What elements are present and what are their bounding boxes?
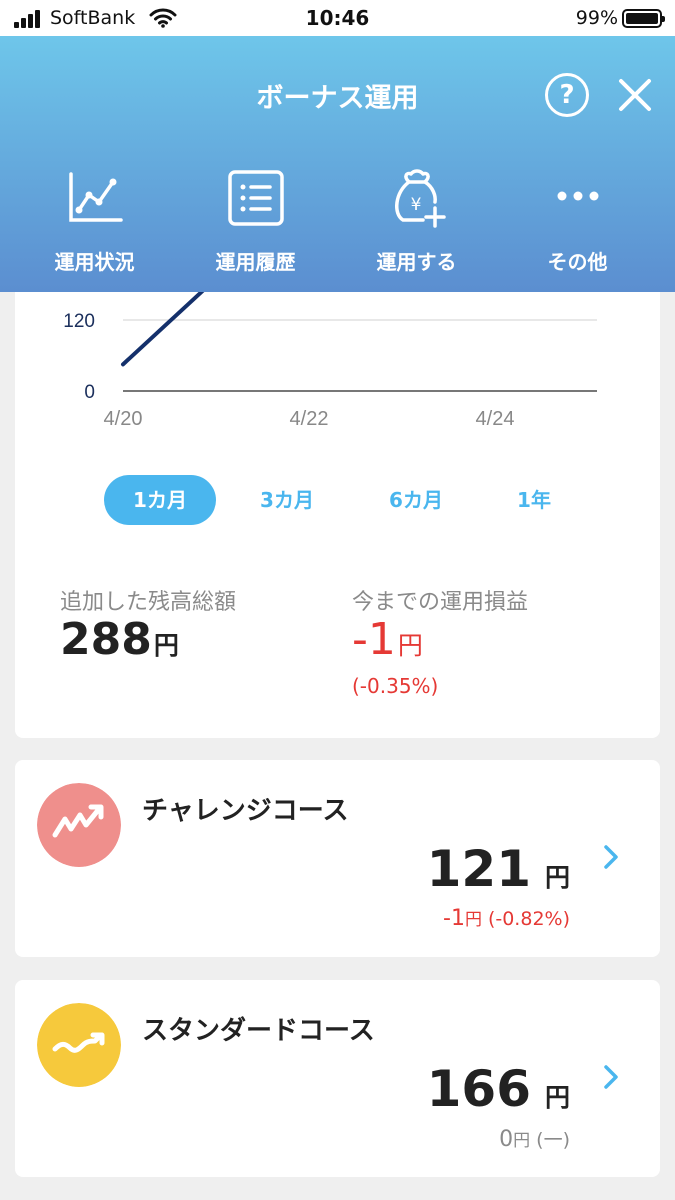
list-icon — [227, 170, 284, 226]
profit-amount: -1 — [352, 614, 396, 665]
course-change-value: -1 — [443, 906, 465, 931]
x-tick-label: 4/22 — [290, 408, 329, 430]
profit-label: 今までの運用損益 — [352, 590, 529, 615]
course-amount-unit: 円 — [544, 1083, 570, 1112]
course-change-percent: (-0.82%) — [487, 908, 570, 930]
profit-percent: (-0.35%) — [352, 674, 439, 698]
added-balance-amount: 288 — [60, 614, 152, 665]
course-change: 0円 (一) — [499, 1125, 570, 1152]
chevron-right-icon[interactable] — [602, 1063, 620, 1091]
nav-history-label: 運用履歴 — [215, 250, 296, 274]
nav-status[interactable]: 運用状況 — [14, 166, 175, 284]
course-amount: 166 円 — [427, 1060, 570, 1118]
status-bar: SoftBank 10:46 99% — [0, 0, 675, 36]
y-tick-label: 120 — [63, 311, 95, 332]
x-tick-label: 4/24 — [476, 408, 515, 430]
nav-invest[interactable]: ¥ 運用する — [336, 166, 497, 284]
x-tick-label: 4/20 — [104, 408, 143, 430]
svg-text:¥: ¥ — [410, 195, 421, 215]
course-amount-value: 121 — [426, 840, 531, 898]
money-bag-plus-icon: ¥ — [394, 169, 446, 228]
help-icon: ? — [559, 80, 575, 110]
course-name: スタンダードコース — [142, 1016, 375, 1046]
course-card-standard[interactable]: スタンダードコース 166 円 0円 (一) — [15, 980, 660, 1177]
line-chart-icon — [68, 172, 123, 222]
help-button[interactable]: ? — [545, 73, 589, 117]
nav-other[interactable]: その他 — [497, 166, 658, 284]
more-dots-icon — [557, 191, 598, 201]
battery-icon — [622, 9, 665, 28]
y-tick-label: 0 — [84, 382, 95, 403]
wave-up-icon — [37, 1003, 121, 1087]
zigzag-up-icon — [37, 783, 121, 867]
profit-unit: 円 — [397, 631, 423, 660]
profit-value: -1円 — [352, 614, 423, 665]
course-change-unit: 円 — [513, 1131, 531, 1151]
nav-other-label: その他 — [547, 250, 608, 274]
tab-1-year[interactable]: 1年 — [478, 475, 590, 525]
period-tabs: 1カ月 3カ月 6カ月 1年 — [15, 475, 660, 527]
nav-status-label: 運用状況 — [54, 250, 135, 274]
course-amount-unit: 円 — [544, 863, 570, 892]
nav-invest-label: 運用する — [376, 250, 457, 274]
course-amount-value: 166 — [426, 1060, 531, 1118]
course-change-unit: 円 — [464, 910, 482, 930]
chart-card: 120 0 4/20 4/22 4/24 1カ月 3カ月 6カ月 1年 追加した残高総額… — [15, 240, 660, 738]
course-change: -1円 (-0.82%) — [443, 905, 570, 931]
tab-6-months[interactable]: 6カ月 — [360, 475, 472, 525]
tab-3-months[interactable]: 3カ月 — [231, 475, 343, 525]
course-name: チャレンジコース — [142, 796, 349, 826]
nav-history[interactable]: 運用履歴 — [175, 166, 336, 284]
chevron-right-icon[interactable] — [602, 843, 620, 871]
course-change-value: 0 — [499, 1127, 514, 1152]
tab-1-month[interactable]: 1カ月 — [104, 475, 216, 525]
battery-percent: 99% — [575, 7, 618, 29]
course-card-challenge[interactable]: チャレンジコース 121 円 -1円 (-0.82%) — [15, 760, 660, 957]
clock: 10:46 — [305, 6, 370, 30]
course-change-percent: (一) — [536, 1129, 570, 1151]
added-balance-unit: 円 — [153, 631, 179, 660]
added-balance-label: 追加した残高総額 — [60, 590, 237, 615]
app-header: ボーナス運用 ? 運用状況 運用履歴 ¥ 運用する その他 — [0, 36, 675, 292]
close-button[interactable] — [612, 72, 658, 118]
course-amount: 121 円 — [427, 840, 570, 898]
added-balance-value: 288円 — [60, 614, 179, 665]
